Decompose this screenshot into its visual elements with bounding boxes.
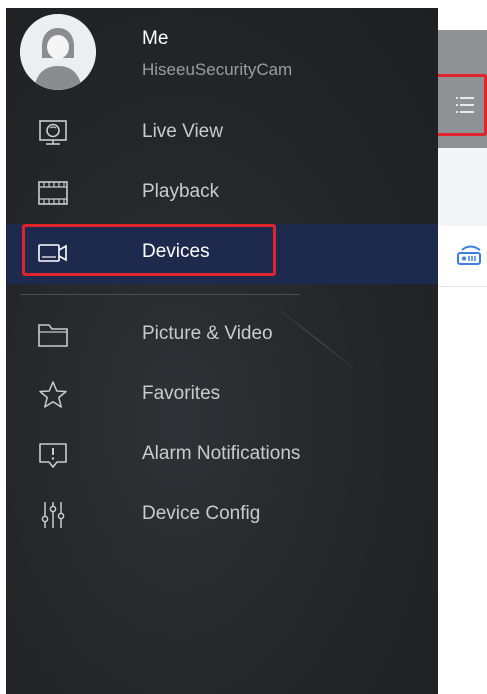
alert-icon (39, 443, 67, 468)
menu-item-favorites[interactable]: Favorites (6, 366, 438, 426)
devices-highlight (22, 224, 276, 276)
device-camera-icon (457, 245, 481, 265)
user-avatar-icon (20, 14, 96, 90)
device-list-item[interactable] (438, 226, 487, 287)
side-drawer: Me HiseeuSecurityCam Live View Playback … (6, 8, 438, 694)
avatar[interactable] (20, 14, 96, 90)
star-icon (39, 381, 67, 408)
main-subheader (438, 148, 487, 226)
sliders-icon (41, 502, 65, 528)
profile-name: Me (142, 28, 169, 49)
menu-item-alarm-notifications[interactable]: Alarm Notifications (6, 426, 438, 486)
menu-item-label: Live View (142, 121, 223, 142)
menu-item-label: Playback (142, 181, 220, 202)
menu-item-live-view[interactable]: Live View (6, 104, 438, 164)
menu-item-playback[interactable]: Playback (6, 164, 438, 224)
menu-item-label: Device Config (142, 503, 261, 524)
monitor-icon (39, 120, 67, 145)
menu-item-picture-video[interactable]: Picture & Video (6, 306, 438, 366)
profile-app-name: HiseeuSecurityCam (142, 60, 293, 79)
film-icon (38, 181, 68, 205)
menu-item-devices[interactable]: Devices (6, 224, 438, 284)
menu-item-label: Alarm Notifications (142, 443, 301, 464)
menu-item-label: Picture & Video (142, 323, 273, 344)
menu-item-label: Favorites (142, 383, 221, 404)
app-screen: Me HiseeuSecurityCam Live View Playback … (0, 0, 487, 694)
photo-border-top (0, 0, 487, 8)
folder-icon (38, 324, 68, 347)
menu-divider (20, 294, 300, 295)
menu-item-device-config[interactable]: Device Config (6, 486, 438, 546)
